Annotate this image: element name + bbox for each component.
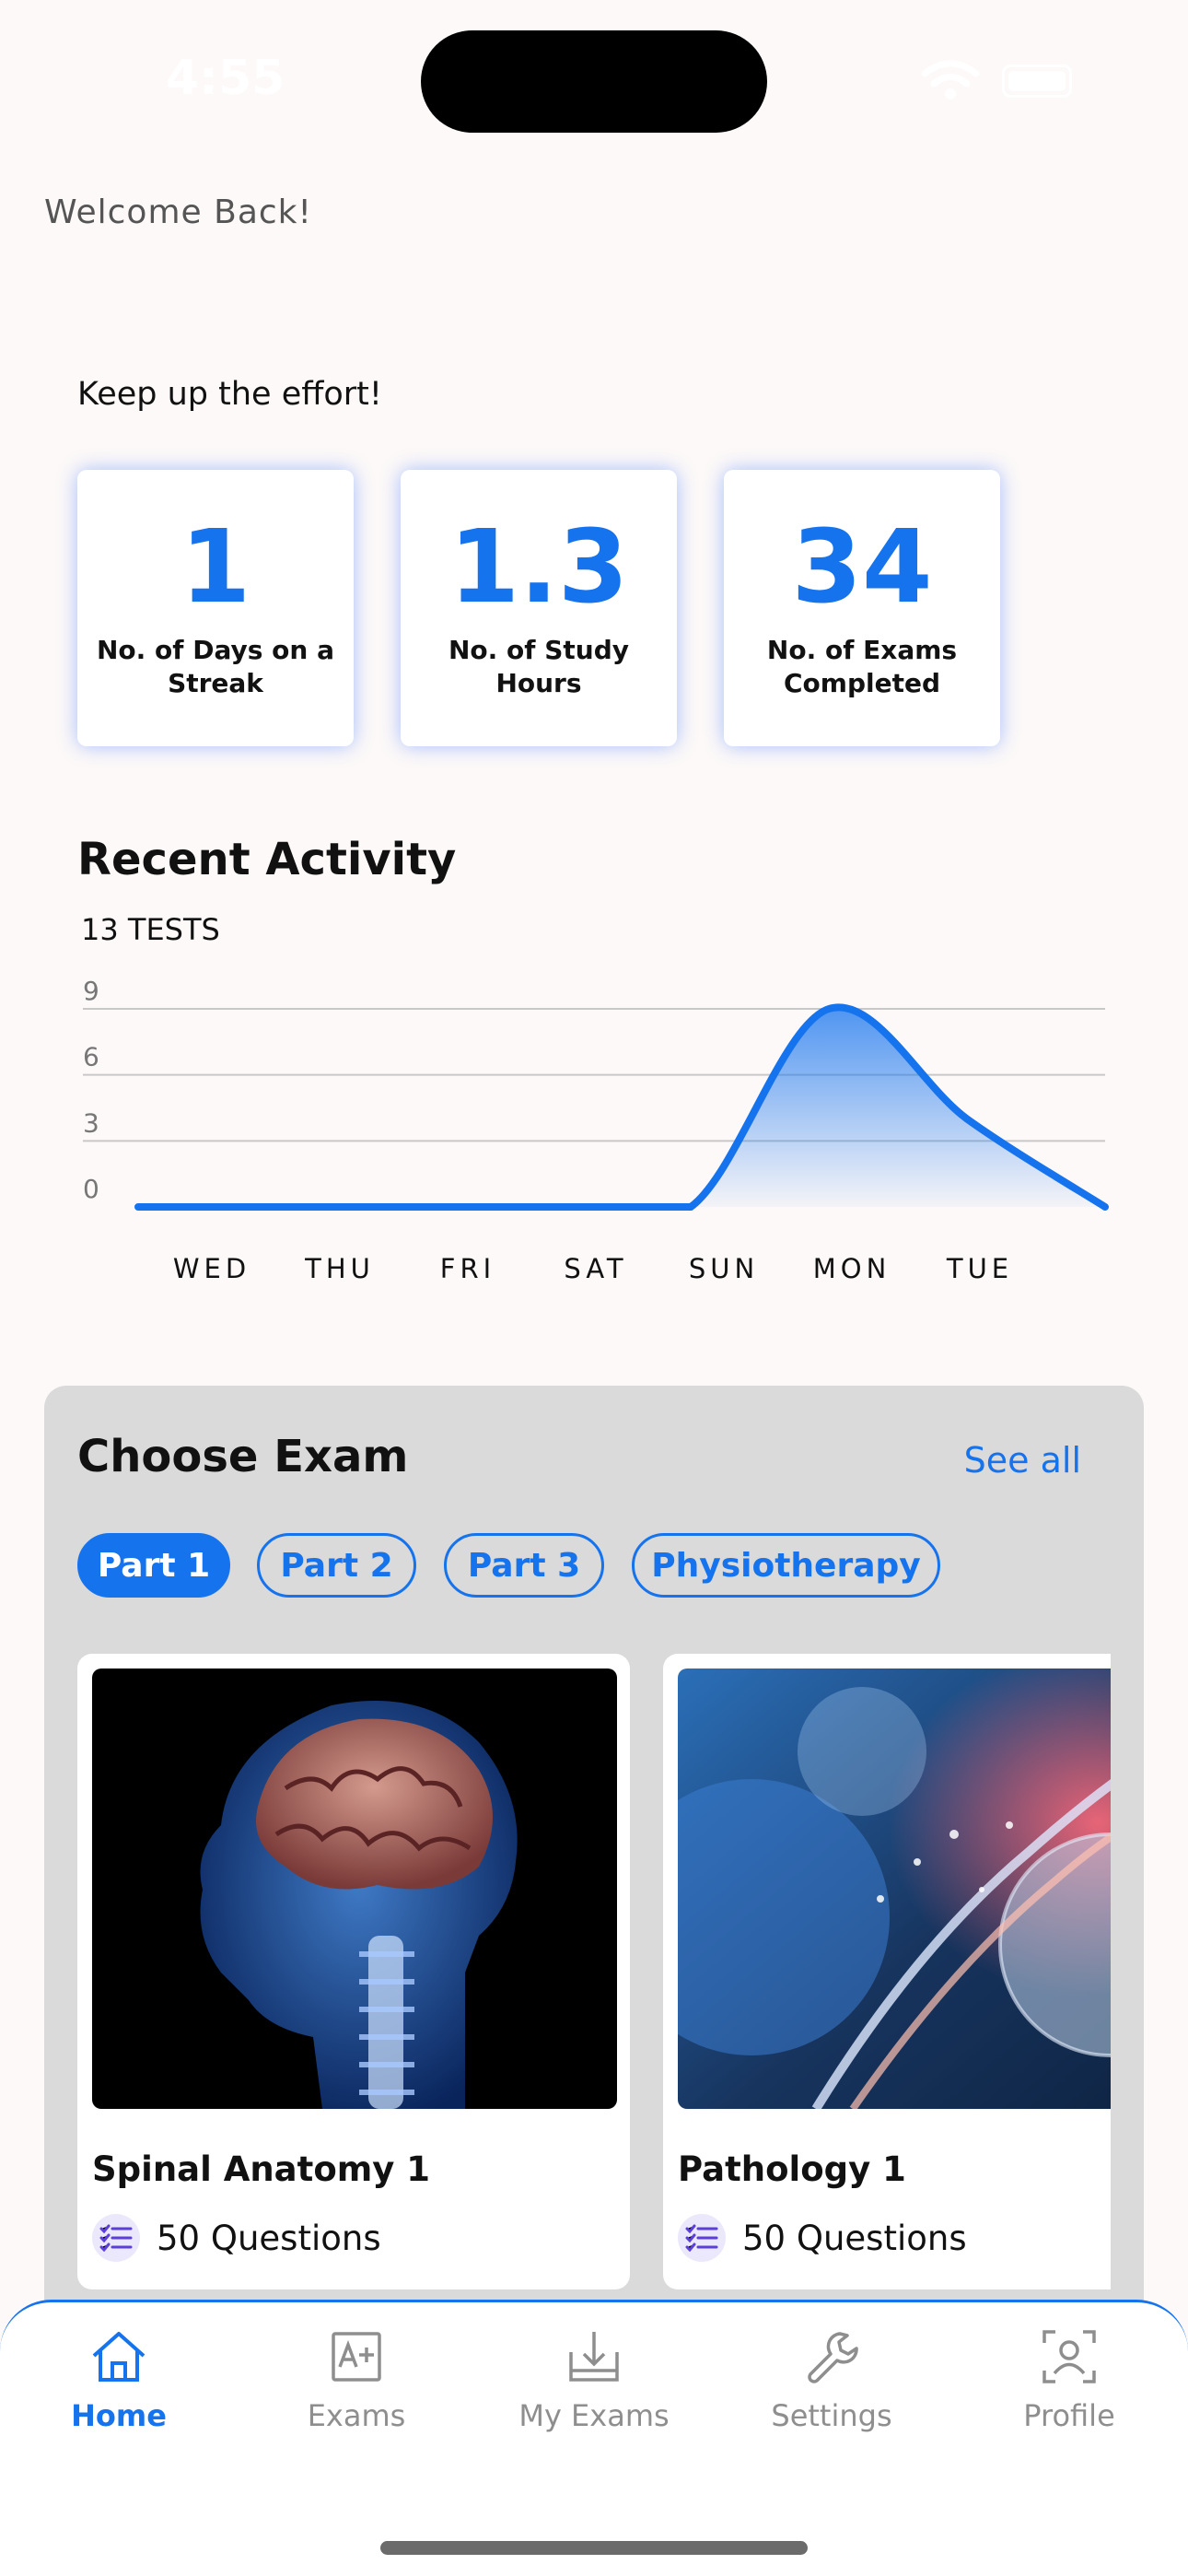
y-tick-label: 0 (83, 1174, 99, 1204)
home-indicator (380, 2541, 808, 2555)
nav-profile[interactable]: Profile (963, 2324, 1175, 2433)
nav-exams[interactable]: Exams (250, 2324, 462, 2433)
welcome-text: Welcome Back! (44, 193, 312, 231)
exam-card-spinal-anatomy[interactable]: Spinal Anatomy 1 50 Questions (77, 1654, 630, 2289)
bottom-navigation: Home Exams My Exams Settings Profile (0, 2300, 1188, 2576)
stat-label: No. of Days on a Streak (97, 635, 334, 698)
x-tick-label: WED (173, 1253, 250, 1284)
status-time: 4:55 (166, 51, 285, 106)
download-icon (569, 2332, 619, 2382)
brain-anatomy-image (92, 1669, 617, 2109)
nav-settings[interactable]: Settings (726, 2324, 938, 2433)
question-list-icon (678, 2214, 726, 2262)
nav-label: Settings (771, 2398, 892, 2433)
question-list-icon (92, 2214, 140, 2262)
nav-label: My Exams (518, 2398, 670, 2433)
stat-card-exams-completed: 34 No. of Exams Completed (724, 470, 1000, 746)
x-tick-label: FRI (440, 1253, 495, 1284)
nav-label: Home (71, 2398, 167, 2433)
x-tick-label: SUN (689, 1253, 759, 1284)
chip-physiotherapy[interactable]: Physiotherapy (632, 1533, 940, 1598)
stat-label: No. of Exams Completed (766, 635, 958, 698)
question-count: 50 Questions (742, 2218, 967, 2258)
motivation-text: Keep up the effort! (77, 376, 382, 413)
x-tick-label: TUE (946, 1253, 1013, 1284)
x-tick-label: MON (813, 1253, 891, 1284)
x-tick-label: THU (304, 1253, 375, 1284)
status-bar: 4:55 (0, 0, 1188, 138)
home-icon (92, 2332, 146, 2382)
stat-label: No. of Study Hours (448, 635, 629, 698)
wrench-icon (808, 2332, 858, 2383)
exam-card-meta: 50 Questions (92, 2214, 381, 2262)
recent-activity-title: Recent Activity (77, 834, 457, 885)
chart-subtitle: 13 TESTS (81, 912, 220, 947)
dynamic-island (421, 30, 767, 133)
y-tick-label: 3 (83, 1107, 99, 1138)
x-tick-label: SAT (564, 1253, 627, 1284)
nav-home[interactable]: Home (13, 2324, 225, 2433)
question-count: 50 Questions (157, 2218, 381, 2258)
profile-icon (1042, 2330, 1096, 2383)
battery-icon (1002, 64, 1072, 98)
exam-cards-carousel[interactable]: Spinal Anatomy 1 50 Questions Pathology … (77, 1654, 1111, 2289)
exam-card-title: Spinal Anatomy 1 (92, 2149, 431, 2189)
nav-label: Profile (1023, 2398, 1115, 2433)
pathology-image (678, 1669, 1111, 2109)
stat-value: 34 (791, 508, 933, 626)
nav-my-exams[interactable]: My Exams (488, 2324, 700, 2433)
activity-chart: 0 3 6 9 WED THU FRI SAT SUN MON TUE (83, 976, 1109, 1284)
stat-value: 1.3 (448, 508, 629, 626)
nav-label: Exams (307, 2398, 406, 2433)
wifi-icon (921, 60, 980, 100)
choose-exam-title: Choose Exam (77, 1431, 409, 1482)
stat-value: 1 (180, 508, 251, 626)
chip-part-2[interactable]: Part 2 (257, 1533, 416, 1598)
chip-part-3[interactable]: Part 3 (444, 1533, 604, 1598)
chip-part-1[interactable]: Part 1 (77, 1533, 230, 1598)
exam-card-title: Pathology 1 (678, 2149, 906, 2189)
see-all-link[interactable]: See all (964, 1440, 1081, 1481)
y-tick-label: 6 (83, 1042, 99, 1072)
y-tick-label: 9 (83, 976, 99, 1006)
exam-card-meta: 50 Questions (678, 2214, 967, 2262)
grade-icon (332, 2332, 381, 2382)
exam-card-pathology[interactable]: Pathology 1 50 Questions (663, 1654, 1111, 2289)
stat-card-streak: 1 No. of Days on a Streak (77, 470, 354, 746)
stat-card-study-hours: 1.3 No. of Study Hours (401, 470, 677, 746)
activity-area (138, 1007, 1105, 1207)
